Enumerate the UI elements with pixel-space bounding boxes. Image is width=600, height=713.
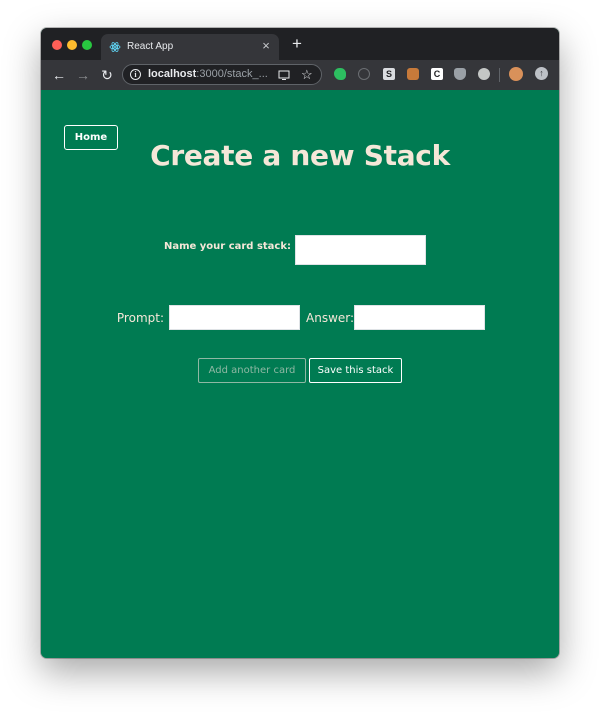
url-path: :3000/stack_... — [196, 68, 268, 80]
browser-tab[interactable]: React App × — [101, 34, 279, 60]
minimize-window-button[interactable] — [67, 40, 77, 50]
profile-avatar[interactable] — [509, 67, 523, 81]
address-bar[interactable]: i localhost:3000/stack_... ☆ — [122, 64, 322, 85]
tab-bar: React App × + — [41, 28, 559, 60]
s-extension-icon[interactable]: S — [383, 68, 395, 80]
browser-toolbar: ← → ↻ i localhost:3000/stack_... ☆ S C ↑ — [41, 60, 559, 90]
answer-input[interactable] — [354, 305, 485, 330]
shield-extension-icon[interactable] — [454, 68, 466, 80]
stack-name-input[interactable] — [295, 235, 426, 265]
close-window-button[interactable] — [52, 40, 62, 50]
bookmark-star-icon[interactable]: ☆ — [301, 67, 313, 82]
prompt-label: Prompt: — [116, 311, 164, 325]
reload-icon[interactable]: ↻ — [99, 67, 115, 83]
react-icon — [109, 42, 121, 52]
add-another-card-button[interactable]: Add another card — [198, 358, 306, 383]
bear-extension-icon[interactable] — [407, 68, 419, 80]
circle-extension-icon[interactable] — [478, 68, 490, 80]
back-icon[interactable]: ← — [51, 67, 67, 83]
info-extension-icon[interactable] — [358, 68, 370, 80]
stack-name-label: Name your card stack: — [163, 241, 291, 252]
install-app-icon[interactable] — [278, 69, 290, 81]
c-extension-icon[interactable]: C — [431, 68, 443, 80]
close-tab-icon[interactable]: × — [259, 39, 273, 53]
page-content: Home Create a new Stack Name your card s… — [41, 90, 559, 658]
forward-icon[interactable]: → — [75, 67, 91, 83]
save-stack-button[interactable]: Save this stack — [309, 358, 402, 383]
prompt-input[interactable] — [169, 305, 300, 330]
browser-window: React App × + ← → ↻ i localhost:3000/sta… — [41, 28, 559, 658]
url-host: localhost — [148, 68, 197, 80]
maximize-window-button[interactable] — [82, 40, 92, 50]
answer-label: Answer: — [306, 311, 355, 325]
tab-title: React App — [127, 41, 174, 52]
url-text: localhost:3000/stack_... — [148, 68, 268, 80]
update-icon[interactable]: ↑ — [535, 67, 548, 80]
new-tab-button[interactable]: + — [289, 35, 305, 52]
toolbar-divider — [499, 68, 500, 82]
site-info-icon[interactable]: i — [130, 69, 141, 80]
page-title: Create a new Stack — [150, 139, 450, 172]
evernote-extension-icon[interactable] — [334, 68, 346, 80]
